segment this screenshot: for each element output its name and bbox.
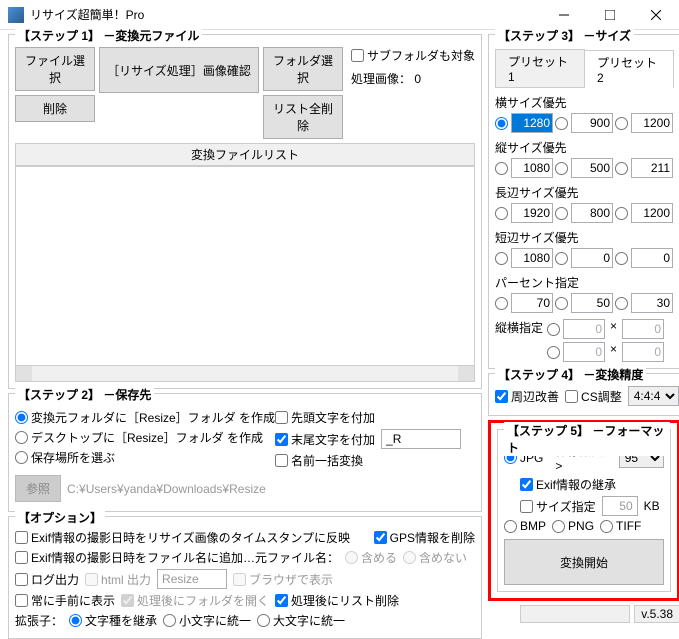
start-button[interactable]: 変換開始 xyxy=(504,539,664,585)
list-delete-all-button[interactable]: リスト全削除 xyxy=(263,95,343,139)
browser-show-checkbox: ブラウザで表示 xyxy=(233,571,333,588)
short-1-radio[interactable]: 1080 xyxy=(495,248,553,268)
options-group: 【オプション】 Exif情報の撮影日時をリサイズ画像のタイムスタンプに反映 GP… xyxy=(8,516,482,639)
html-name-input xyxy=(157,569,227,589)
step1-title: 【ステップ 1】 －変換元ファイル xyxy=(15,27,202,44)
resize-confirm-button[interactable]: ［リサイズ処理］画像確認 xyxy=(99,47,259,93)
save-opt1-radio[interactable]: 変換元フォルダに［Resize］フォルダ を作成 xyxy=(15,409,275,426)
percent-label: パーセント指定 xyxy=(495,274,673,291)
height-priority-label: 縦サイズ優先 xyxy=(495,139,673,156)
edge-checkbox[interactable]: 周辺改善 xyxy=(495,388,559,405)
delete-button[interactable]: 削除 xyxy=(15,95,95,122)
exif-timestamp-checkbox[interactable]: Exif情報の撮影日時をリサイズ画像のタイムスタンプに反映 xyxy=(15,529,350,546)
bmp-radio[interactable]: BMP xyxy=(504,519,546,533)
close-button[interactable] xyxy=(633,0,679,30)
version-label: v.5.38 xyxy=(634,605,679,623)
exclude-radio: 含めない xyxy=(403,549,467,566)
step4-group: 【ステップ 4】 －変換精度 周辺改善 CS調整 4:4:4 xyxy=(488,373,679,416)
step2-group: 【ステップ 2】 －保存先 変換元フォルダに［Resize］フォルダ を作成 デ… xyxy=(8,393,482,512)
list-header: 変換ファイルリスト xyxy=(15,143,475,166)
wh-h2-input[interactable]: 0 xyxy=(622,342,664,362)
prefix-checkbox[interactable]: 先頭文字を付加 xyxy=(275,409,375,426)
save-opt2-radio[interactable]: デスクトップに［Resize］フォルダ を作成 xyxy=(15,429,263,446)
process-count-label: 処理画像： 0 xyxy=(351,70,475,87)
title-bar: リサイズ超簡単！Pro xyxy=(0,0,679,30)
window-title: リサイズ超簡単！Pro xyxy=(30,6,541,23)
long-3-radio[interactable]: 1200 xyxy=(615,203,673,223)
exif-inherit-checkbox[interactable]: Exif情報の継承 xyxy=(520,476,616,493)
width-2-radio[interactable]: 900 xyxy=(555,113,613,133)
html-output-checkbox: html 出力 xyxy=(85,571,151,588)
cs-checkbox[interactable]: CS調整 xyxy=(565,388,622,405)
app-icon xyxy=(8,7,24,23)
height-2-radio[interactable]: 500 xyxy=(555,158,613,178)
always-front-checkbox[interactable]: 常に手前に表示 xyxy=(15,592,115,609)
long-priority-label: 長辺サイズ優先 xyxy=(495,184,673,201)
minimize-button[interactable] xyxy=(541,0,587,30)
step3-title: 【ステップ 3】 －サイズ xyxy=(495,27,634,44)
list-scrollbar[interactable] xyxy=(15,366,475,382)
status-bar xyxy=(520,605,630,623)
size-spec-input[interactable] xyxy=(602,496,638,516)
step2-title: 【ステップ 2】 －保存先 xyxy=(15,386,154,403)
wh-label: 縦横指定 xyxy=(495,319,543,336)
step5-highlight: 【ステップ 5】 －フォーマット JPG 保存品質 > 95 Exif情報の継承… xyxy=(488,420,679,601)
log-output-checkbox[interactable]: ログ出力 xyxy=(15,571,79,588)
suffix-input[interactable] xyxy=(381,429,461,449)
open-folder-checkbox: 処理後にフォルダを開く xyxy=(121,592,269,609)
tiff-radio[interactable]: TIFF xyxy=(600,519,641,533)
suffix-checkbox[interactable]: 末尾文字を付加 xyxy=(275,431,375,448)
step1-group: 【ステップ 1】 －変換元ファイル ファイル選択 削除 ［リサイズ処理］画像確認… xyxy=(8,34,482,389)
preset1-tab[interactable]: プリセット 1 xyxy=(495,49,585,87)
short-2-radio[interactable]: 0 xyxy=(555,248,613,268)
step4-title: 【ステップ 4】 －変換精度 xyxy=(495,366,646,383)
wh-1-radio[interactable]: 0 xyxy=(547,319,605,339)
kb-label: KB xyxy=(644,499,660,513)
step5-title: 【ステップ 5】 －フォーマット xyxy=(504,422,670,456)
png-radio[interactable]: PNG xyxy=(552,519,594,533)
maximize-button[interactable] xyxy=(587,0,633,30)
width-priority-label: 横サイズ優先 xyxy=(495,94,673,111)
height-3-radio[interactable]: 211 xyxy=(615,158,673,178)
rename-all-checkbox[interactable]: 名前一括変換 xyxy=(275,452,363,469)
include-radio: 含める xyxy=(345,549,397,566)
wh-2-radio[interactable]: 0 xyxy=(547,342,605,362)
file-select-button[interactable]: ファイル選択 xyxy=(15,47,95,91)
preset2-tab[interactable]: プリセット 2 xyxy=(584,50,674,88)
long-2-radio[interactable]: 800 xyxy=(555,203,613,223)
height-1-radio[interactable]: 1080 xyxy=(495,158,553,178)
percent-3-radio[interactable]: 30 xyxy=(615,293,673,313)
folder-select-button[interactable]: フォルダ選択 xyxy=(263,47,343,91)
exif-filename-checkbox[interactable]: Exif情報の撮影日時をファイル名に追加…元ファイル名： xyxy=(15,549,339,566)
percent-1-radio[interactable]: 70 xyxy=(495,293,553,313)
options-title: 【オプション】 xyxy=(15,509,105,526)
save-path-label: C:¥Users¥yanda¥Downloads¥Resize xyxy=(67,482,266,496)
step3-group: 【ステップ 3】 －サイズ プリセット 1 プリセット 2 横サイズ優先 128… xyxy=(488,34,679,369)
subfolder-checkbox[interactable]: サブフォルダも対象 xyxy=(351,47,475,64)
save-opt3-radio[interactable]: 保存場所を選ぶ xyxy=(15,449,115,466)
short-3-radio[interactable]: 0 xyxy=(615,248,673,268)
width-3-radio[interactable]: 1200 xyxy=(615,113,673,133)
delete-list-checkbox[interactable]: 処理後にリスト削除 xyxy=(275,592,399,609)
step5-group: 【ステップ 5】 －フォーマット JPG 保存品質 > 95 Exif情報の継承… xyxy=(497,429,671,592)
width-1-radio[interactable]: 1280 xyxy=(495,113,553,133)
wh-h1-input[interactable]: 0 xyxy=(622,319,664,339)
percent-2-radio[interactable]: 50 xyxy=(555,293,613,313)
size-spec-checkbox[interactable]: サイズ指定 xyxy=(520,498,596,515)
cs-select[interactable]: 4:4:4 xyxy=(628,386,679,406)
gps-delete-checkbox[interactable]: GPS情報を削除 xyxy=(374,529,475,546)
ext-label: 拡張子： xyxy=(15,612,63,629)
ext-inherit-radio[interactable]: 文字種を継承 xyxy=(69,612,157,629)
ext-upper-radio[interactable]: 大文字に統一 xyxy=(257,612,345,629)
browse-button[interactable]: 参照 xyxy=(15,475,61,502)
file-list[interactable] xyxy=(15,166,475,366)
ext-lower-radio[interactable]: 小文字に統一 xyxy=(163,612,251,629)
long-1-radio[interactable]: 1920 xyxy=(495,203,553,223)
short-priority-label: 短辺サイズ優先 xyxy=(495,229,673,246)
